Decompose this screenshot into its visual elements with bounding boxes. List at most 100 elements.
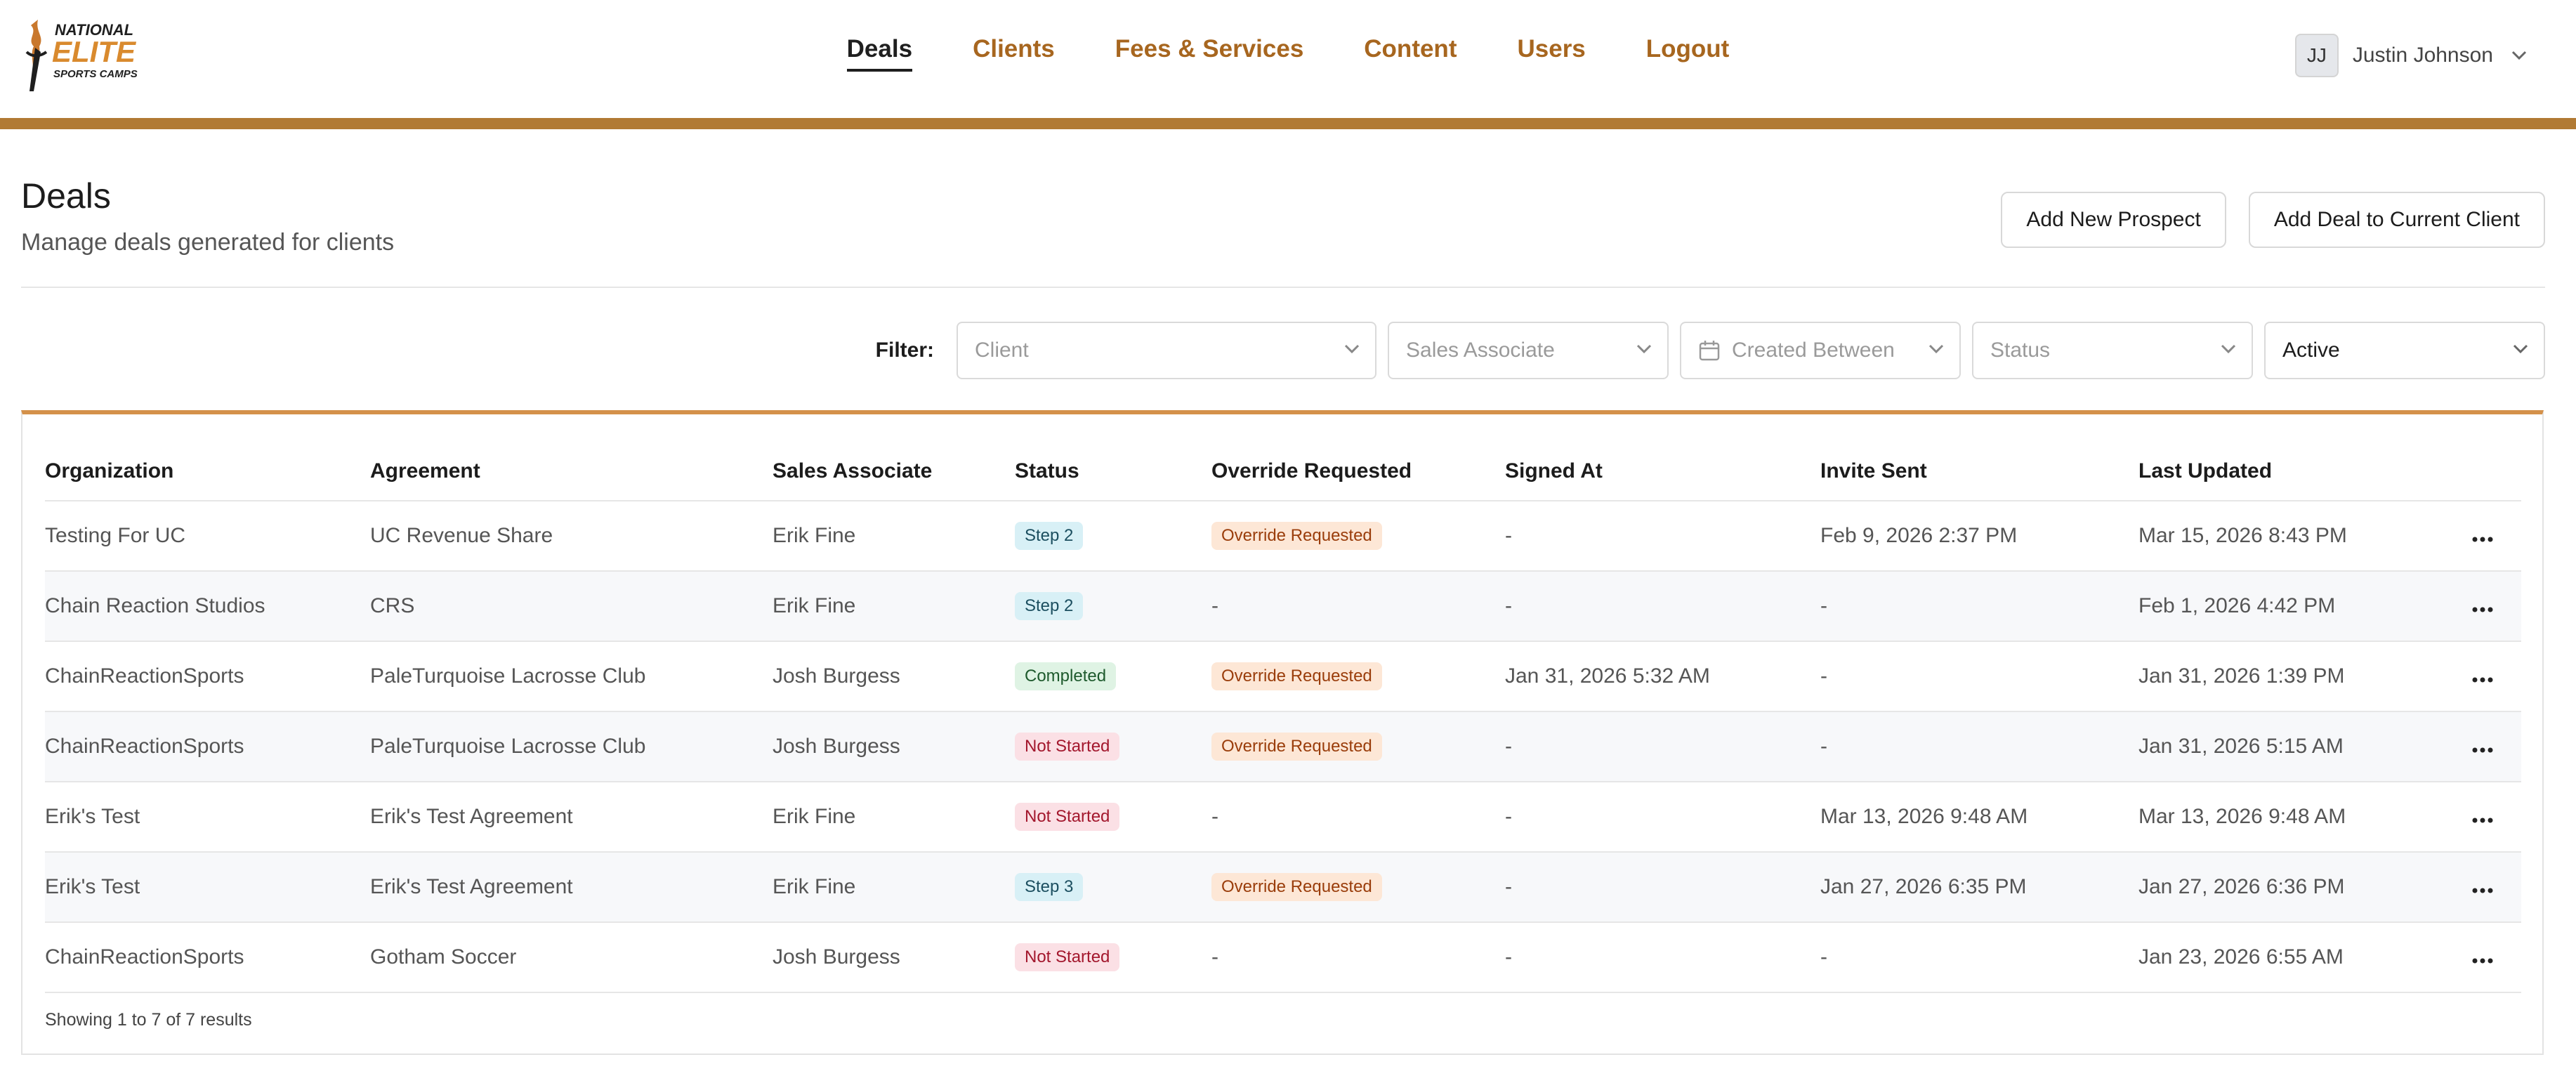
table-header-row: Organization Agreement Sales Associate S… — [45, 442, 2521, 501]
cell-organization: ChainReactionSports — [45, 641, 370, 712]
add-new-prospect-button[interactable]: Add New Prospect — [2001, 192, 2226, 248]
cell-organization: Erik's Test — [45, 852, 370, 923]
more-horizontal-icon[interactable] — [2472, 958, 2493, 964]
chevron-down-icon — [2513, 344, 2528, 354]
cell-last-updated: Jan 27, 2026 6:36 PM — [2138, 852, 2444, 923]
created-between-placeholder: Created Between — [1732, 339, 1895, 362]
cell-override: - — [1211, 571, 1505, 642]
cell-status: Not Started — [1015, 711, 1211, 782]
cell-signed-at: - — [1505, 782, 1820, 853]
column-header-status[interactable]: Status — [1015, 442, 1211, 501]
avatar[interactable]: JJ — [2294, 34, 2339, 77]
chevron-down-icon — [1636, 344, 1652, 354]
nav-content[interactable]: Content — [1364, 35, 1457, 69]
deals-table: Organization Agreement Sales Associate S… — [45, 442, 2521, 993]
table-row[interactable]: ChainReactionSports PaleTurquoise Lacros… — [45, 711, 2521, 782]
top-navigation: NATIONAL ELITE SPORTS CAMPS Deals Clients… — [0, 0, 2576, 118]
nav-users[interactable]: Users — [1517, 35, 1585, 69]
nav-deals[interactable]: Deals — [846, 35, 913, 72]
cell-organization: Chain Reaction Studios — [45, 571, 370, 642]
status-badge: Step 2 — [1015, 592, 1084, 620]
cell-override: Override Requested — [1211, 711, 1505, 782]
chevron-down-icon[interactable] — [2511, 51, 2527, 60]
more-horizontal-icon[interactable] — [2472, 537, 2493, 542]
cell-actions — [2444, 782, 2521, 853]
cell-signed-at: - — [1505, 711, 1820, 782]
status-badge: Step 2 — [1015, 522, 1084, 550]
pagination-summary: Showing 1 to 7 of 7 results — [45, 1010, 252, 1030]
cell-actions — [2444, 641, 2521, 712]
chevron-down-icon — [1928, 344, 1944, 354]
status-badge: Completed — [1015, 662, 1117, 690]
column-header-signed-at[interactable]: Signed At — [1505, 442, 1820, 501]
more-horizontal-icon[interactable] — [2472, 607, 2493, 612]
page-title: Deals — [21, 176, 111, 216]
cell-status: Step 2 — [1015, 571, 1211, 642]
override-badge: Override Requested — [1211, 873, 1382, 901]
cell-last-updated: Feb 1, 2026 4:42 PM — [2138, 571, 2444, 642]
page-subtitle: Manage deals generated for clients — [21, 229, 395, 256]
cell-invite-sent: Mar 13, 2026 9:48 AM — [1820, 782, 2138, 853]
cell-signed-at: - — [1505, 922, 1820, 993]
nav-clients[interactable]: Clients — [973, 35, 1055, 69]
cell-override: Override Requested — [1211, 501, 1505, 572]
cell-override: - — [1211, 922, 1505, 993]
table-row[interactable]: ChainReactionSports Gotham Soccer Josh B… — [45, 922, 2521, 993]
cell-sales-associate: Josh Burgess — [773, 922, 1015, 993]
page-heading: Deals Manage deals generated for clients — [21, 176, 394, 256]
calendar-icon — [1699, 341, 1720, 361]
column-header-sales-associate[interactable]: Sales Associate — [773, 442, 1015, 501]
user-name[interactable]: Justin Johnson — [2353, 44, 2493, 67]
table-row[interactable]: Testing For UC UC Revenue Share Erik Fin… — [45, 501, 2521, 572]
add-deal-to-current-client-button[interactable]: Add Deal to Current Client — [2248, 192, 2545, 248]
table-row[interactable]: ChainReactionSports PaleTurquoise Lacros… — [45, 641, 2521, 712]
sales-associate-filter-placeholder: Sales Associate — [1406, 339, 1555, 362]
more-horizontal-icon[interactable] — [2472, 677, 2493, 683]
column-header-organization[interactable]: Organization — [45, 442, 370, 501]
column-header-last-updated[interactable]: Last Updated — [2138, 442, 2444, 501]
divider — [21, 287, 2545, 288]
more-horizontal-icon[interactable] — [2472, 818, 2493, 823]
filter-label: Filter: — [875, 339, 934, 362]
nav-logout[interactable]: Logout — [1646, 35, 1730, 69]
column-header-agreement[interactable]: Agreement — [370, 442, 773, 501]
cell-invite-sent: - — [1820, 711, 2138, 782]
active-filter-value: Active — [2282, 339, 2340, 362]
page-actions: Add New Prospect Add Deal to Current Cli… — [1978, 192, 2545, 248]
cell-organization: Testing For UC — [45, 501, 370, 572]
table-row[interactable]: Chain Reaction Studios CRS Erik Fine Ste… — [45, 571, 2521, 642]
nav-fees-services[interactable]: Fees & Services — [1115, 35, 1304, 69]
status-badge: Not Started — [1015, 803, 1120, 831]
status-filter-select[interactable]: Status — [1972, 322, 2253, 379]
more-horizontal-icon[interactable] — [2472, 747, 2493, 753]
cell-sales-associate: Josh Burgess — [773, 641, 1015, 712]
cell-sales-associate: Josh Burgess — [773, 711, 1015, 782]
status-filter-placeholder: Status — [1990, 339, 2051, 362]
cell-invite-sent: - — [1820, 922, 2138, 993]
cell-last-updated: Jan 31, 2026 1:39 PM — [2138, 641, 2444, 712]
status-badge: Not Started — [1015, 943, 1120, 971]
cell-sales-associate: Erik Fine — [773, 501, 1015, 572]
sales-associate-filter-select[interactable]: Sales Associate — [1388, 322, 1669, 379]
more-horizontal-icon[interactable] — [2472, 888, 2493, 893]
cell-invite-sent: Jan 27, 2026 6:35 PM — [1820, 852, 2138, 923]
cell-actions — [2444, 852, 2521, 923]
created-between-filter[interactable]: Created Between — [1680, 322, 1961, 379]
cell-invite-sent: - — [1820, 571, 2138, 642]
cell-signed-at: - — [1505, 571, 1820, 642]
cell-last-updated: Mar 13, 2026 9:48 AM — [2138, 782, 2444, 853]
client-filter-select[interactable]: Client — [957, 322, 1376, 379]
table-row[interactable]: Erik's Test Erik's Test Agreement Erik F… — [45, 852, 2521, 923]
cell-agreement: Erik's Test Agreement — [370, 852, 773, 923]
column-header-override-requested[interactable]: Override Requested — [1211, 442, 1505, 501]
user-menu[interactable]: JJ Justin Johnson — [2294, 34, 2527, 77]
column-header-invite-sent[interactable]: Invite Sent — [1820, 442, 2138, 501]
cell-organization: ChainReactionSports — [45, 711, 370, 782]
cell-invite-sent: Feb 9, 2026 2:37 PM — [1820, 501, 2138, 572]
cell-organization: ChainReactionSports — [45, 922, 370, 993]
cell-override: Override Requested — [1211, 641, 1505, 712]
override-badge: Override Requested — [1211, 522, 1382, 550]
active-filter-select[interactable]: Active — [2264, 322, 2545, 379]
table-row[interactable]: Erik's Test Erik's Test Agreement Erik F… — [45, 782, 2521, 853]
cell-actions — [2444, 711, 2521, 782]
